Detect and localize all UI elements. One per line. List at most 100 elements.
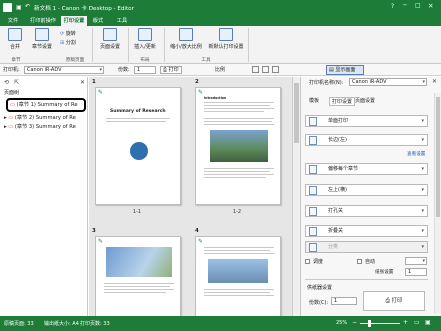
auto-checkbox[interactable] — [357, 259, 362, 264]
fold-select[interactable]: 折叠关 ▾ — [305, 225, 428, 237]
pane-close-icon[interactable]: ✕ — [432, 78, 437, 85]
page-map-image — [106, 247, 172, 277]
tab-file[interactable]: 文件 — [3, 16, 23, 26]
tab-print-settings[interactable]: 打印设置 — [329, 97, 356, 106]
fold-icon — [309, 227, 317, 236]
print-button[interactable]: ⎙ 打印 — [160, 66, 182, 74]
zoom-slider[interactable] — [360, 323, 400, 324]
combine-button[interactable]: 合并 — [4, 28, 26, 50]
fit-width-icon[interactable] — [262, 66, 269, 73]
text-line — [104, 286, 170, 287]
split-button[interactable]: ⊞ 分割 — [60, 39, 88, 46]
printer-name-select[interactable]: Canon iR-ADV — [349, 78, 427, 86]
minimize-button[interactable]: ─ — [403, 2, 407, 9]
tree-item[interactable]: ▸ ▭ (章节 2) Summary of Re — [4, 114, 76, 122]
full-view-icon[interactable]: ▣ — [425, 319, 431, 326]
scrollbar-thumb[interactable] — [294, 83, 299, 143]
default-settings-button[interactable]: 新默认打印设置 — [206, 28, 246, 50]
tab-layout[interactable]: 版式 — [89, 16, 107, 26]
tab-preprint[interactable]: 打印前操作 — [27, 16, 59, 26]
zoom-label: 比例 — [215, 67, 226, 73]
copies-input[interactable]: 1 — [331, 297, 357, 305]
collate-select[interactable]: 分类 ▾ — [305, 241, 428, 253]
close-button[interactable]: ✕ — [428, 2, 433, 10]
show-settings-button[interactable]: ▤ 显示画面 — [326, 65, 364, 75]
page-layout-label: 页面设置 — [99, 44, 120, 50]
text-line — [204, 295, 274, 296]
auto-value-select[interactable] — [405, 257, 427, 265]
maximize-button[interactable]: □ — [415, 2, 421, 9]
auto-label: 自动 — [365, 259, 376, 265]
paper-source-input[interactable]: 1 — [405, 268, 427, 276]
text-line — [106, 118, 170, 119]
scrollbar-thumb[interactable] — [436, 97, 440, 217]
offset-select[interactable]: 偏移每个章节 ▾ — [305, 163, 428, 175]
view-settings-link[interactable]: 查看设置 — [407, 151, 425, 157]
punch-select[interactable]: 打孔关 ▾ — [305, 205, 428, 217]
tab-tools[interactable]: 工具 — [112, 16, 132, 26]
tab-template[interactable]: 模板 — [309, 97, 319, 104]
chevron-down-icon: ▾ — [421, 208, 424, 214]
print-button[interactable]: ⎙ 打印 — [363, 291, 425, 311]
change-size-icon — [179, 28, 193, 41]
tree-item[interactable]: ▸ ▭ (章节 3) Summary of Re — [4, 123, 76, 131]
page-photo — [210, 130, 268, 162]
page-preview-area[interactable]: 1 2 ✎ Summary of Research ✎ Introduction… — [89, 77, 300, 316]
help-icon[interactable]: ? — [391, 3, 394, 10]
offset-icon — [309, 165, 317, 174]
fit-view-icon[interactable]: ▭ — [414, 319, 420, 326]
text-line — [204, 171, 270, 172]
printer-select[interactable]: Canon iR-ADV — [24, 66, 104, 74]
print-toolbar: 打印机: Canon iR-ADV 份数: 1 ⎙ 打印 比例 ▤ 显示画面 — [0, 64, 441, 76]
insert-blank-button[interactable]: 插入/更新 — [130, 28, 160, 50]
tree-expand-icon[interactable]: ⟲ — [4, 79, 9, 86]
chapter-settings-button[interactable]: 章节设置 — [28, 28, 56, 50]
collate-value: 分类 — [328, 244, 339, 250]
tree-collapse-icon[interactable]: ⇱ — [14, 79, 19, 86]
page-thumbnail[interactable]: ✎ Summary of Research — [95, 87, 181, 205]
page-thumbnail[interactable]: ✎ — [95, 236, 181, 316]
title-bar: ▣ ↶ 新文档 1 - Canon 卡 Desktop - Editor ? ─… — [0, 0, 441, 16]
total-pages-status: 原稿页面: 33 — [4, 321, 34, 327]
punch-value: 打孔关 — [328, 208, 344, 214]
staple-icon — [309, 186, 317, 195]
text-line — [204, 111, 264, 112]
page-thumbnail[interactable]: ✎ Introduction — [195, 87, 281, 205]
binding-select[interactable]: 长边(左) ▾ — [305, 134, 428, 146]
group-label-chapter: 章节 — [11, 58, 21, 63]
pane-close-icon[interactable]: ✕ — [80, 79, 85, 86]
tab-page-settings[interactable]: 页面设置 — [355, 97, 375, 104]
fold-value: 折叠关 — [328, 228, 344, 234]
fit-page-icon[interactable] — [252, 66, 259, 73]
group-label-original: 原稿页面 — [65, 58, 85, 63]
settings-scrollbar[interactable] — [434, 93, 441, 313]
tree-item-label: (章节 2) Summary of Re — [14, 115, 76, 121]
duplex-select[interactable]: 单面打印 ▾ — [305, 115, 428, 127]
copies-input[interactable]: 1 — [134, 66, 156, 74]
schedule-checkbox[interactable] — [305, 259, 310, 264]
page-layout-button[interactable]: 页面设置 — [96, 28, 124, 50]
copies-value: 1 — [334, 298, 338, 304]
zoom-out-icon[interactable]: − — [352, 319, 357, 326]
undo-icon[interactable]: ↶ — [25, 3, 30, 10]
change-size-button[interactable]: 缩小/放大比例 — [166, 28, 206, 50]
paper-source-label: 纸张设置 — [375, 270, 394, 275]
staple-value: 左上(横) — [328, 187, 347, 193]
vertical-scrollbar[interactable] — [292, 77, 300, 316]
tree-item[interactable]: ▭ (章节 1) Summary of Re — [10, 101, 78, 109]
staple-select[interactable]: 左上(横) ▾ — [305, 184, 428, 196]
two-page-icon[interactable] — [272, 66, 279, 73]
punch-icon — [309, 207, 317, 216]
combine-icon — [8, 28, 22, 41]
tab-print-settings[interactable]: 打印设置 — [61, 16, 87, 26]
rotate-button[interactable]: ⟳ 旋转 — [60, 30, 88, 37]
save-icon[interactable]: ▣ — [16, 4, 22, 11]
chevron-down-icon: ▾ — [421, 166, 424, 172]
printer-value: Canon iR-ADV — [27, 67, 62, 73]
insert-icon — [138, 28, 152, 41]
zoom-in-icon[interactable]: + — [403, 319, 408, 326]
page-thumbnail[interactable]: ✎ — [195, 236, 281, 316]
zoom-slider-thumb[interactable] — [368, 320, 371, 327]
chevron-down-icon: ▾ — [421, 118, 424, 124]
pen-icon: ✎ — [198, 238, 204, 245]
